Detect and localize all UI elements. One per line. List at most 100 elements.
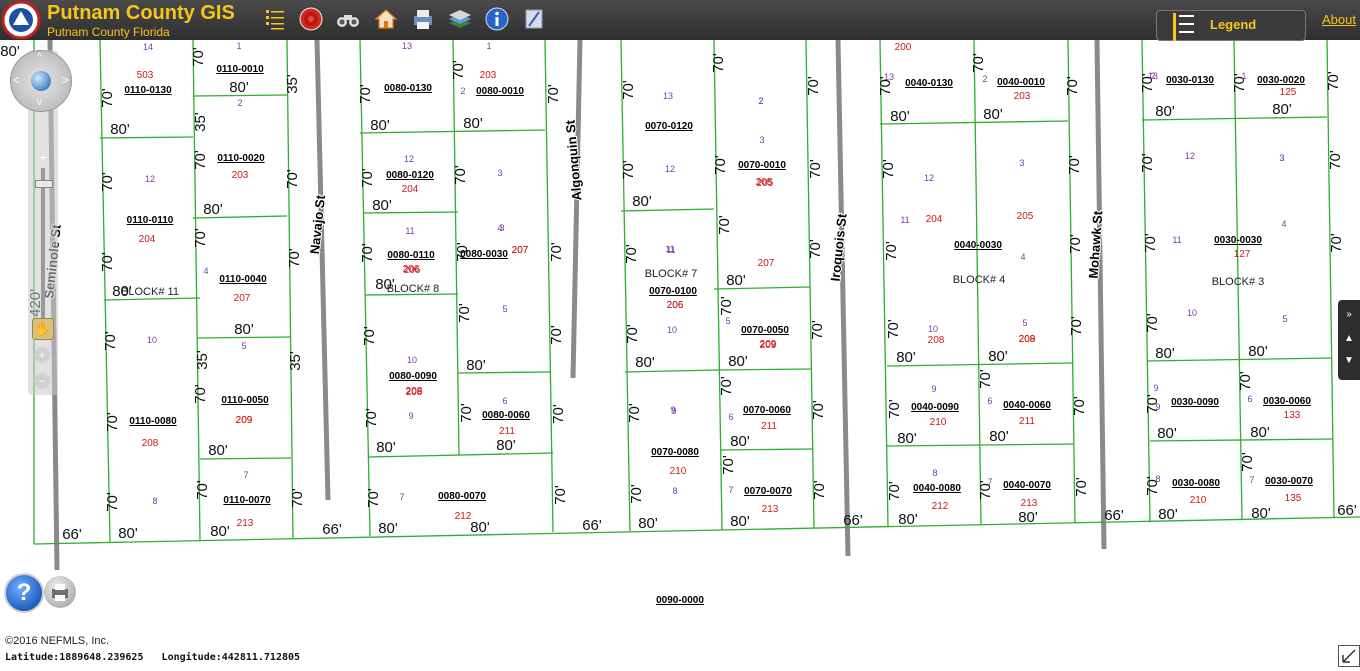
- scroll-up-icon[interactable]: ▲: [1342, 332, 1356, 346]
- info-icon[interactable]: [484, 6, 510, 32]
- legend-button[interactable]: Legend: [1156, 10, 1306, 41]
- lot-number-label: 2: [758, 96, 763, 106]
- address-label: 212: [932, 501, 949, 512]
- dimension-label: 70': [710, 53, 727, 73]
- lot-number-label: 3: [497, 168, 502, 178]
- dimension-label: 70': [807, 239, 824, 259]
- parcel-id-label: 0030-0030: [1214, 235, 1262, 246]
- home-icon[interactable]: [373, 6, 399, 32]
- map-canvas[interactable]: Seminole StNavajo StAlgonquin StIroquois…: [0, 40, 1360, 667]
- parcel-map[interactable]: Seminole StNavajo StAlgonquin StIroquois…: [0, 40, 1360, 667]
- dimension-label: 70': [810, 400, 827, 420]
- pan-right-icon[interactable]: >: [62, 73, 69, 87]
- expand-right-icon[interactable]: »: [1342, 308, 1356, 322]
- dimension-label: 70': [1325, 71, 1342, 91]
- lot-number-label: 9: [1155, 402, 1160, 412]
- scroll-down-icon[interactable]: ▼: [1342, 354, 1356, 368]
- dimension-label: 70': [1064, 76, 1081, 96]
- dimension-label: 80': [470, 519, 490, 536]
- dimension-label: 80': [730, 433, 750, 450]
- address-label: 204: [926, 214, 943, 225]
- dimension-label: 80': [989, 428, 1009, 445]
- dimension-label: 80': [210, 523, 230, 540]
- address-label: 205: [756, 177, 773, 188]
- coordinate-readout: Latitude:1889648.239625 Longitude:442811…: [5, 652, 300, 663]
- app-subtitle: Putnam County Florida: [47, 25, 170, 39]
- dimension-label: 70': [99, 252, 116, 272]
- dimension-label: 70': [194, 480, 211, 500]
- zoom-slider-track[interactable]: [41, 168, 45, 318]
- fullscreen-icon[interactable]: [1338, 645, 1360, 667]
- lot-number-label: 12: [665, 164, 675, 174]
- block-label: BLOCK# 7: [645, 268, 698, 280]
- parcel-line: [1326, 40, 1335, 519]
- zoom-in-button[interactable]: +: [36, 150, 50, 164]
- zoom-box-out-icon[interactable]: −: [34, 373, 50, 389]
- zoom-slider-thumb[interactable]: [35, 180, 53, 188]
- pan-up-icon[interactable]: ^: [37, 52, 42, 63]
- legend-label: Legend: [1210, 17, 1257, 32]
- dimension-label: 66': [1104, 507, 1124, 524]
- dimension-label: 66': [322, 521, 342, 538]
- parcel-id-label: 0110-0080: [129, 416, 177, 427]
- lot-number-label: 5: [241, 341, 246, 351]
- dimension-label: 70': [1067, 234, 1084, 254]
- parcel-id-label: 0040-0090: [911, 402, 959, 413]
- dimension-label: 80': [1272, 101, 1292, 118]
- lot-number-label: 6: [1247, 394, 1252, 404]
- globe-icon[interactable]: [31, 71, 51, 91]
- layers-list-icon[interactable]: [262, 6, 288, 32]
- lot-number-label: 9: [931, 384, 936, 394]
- dimension-label: 80': [1251, 505, 1271, 522]
- pan-control[interactable]: ^ v < >: [10, 50, 72, 112]
- parcel-id-label: 0080-0130: [384, 83, 432, 94]
- dimension-label: 70': [192, 228, 209, 248]
- target-icon[interactable]: [298, 6, 324, 32]
- dimension-label: 80': [1155, 103, 1175, 120]
- latitude-label: Latitude:: [5, 652, 60, 663]
- street-label: Algonquin St: [562, 119, 584, 202]
- help-button[interactable]: ?: [4, 573, 44, 613]
- lot-number-label: 8: [672, 486, 677, 496]
- dimension-label: 70': [99, 88, 116, 108]
- measure-icon[interactable]: [521, 6, 547, 32]
- dimension-label: 70': [805, 76, 822, 96]
- print-icon[interactable]: [410, 6, 436, 32]
- parcel-id-label: 0070-0100: [649, 286, 697, 297]
- dimension-label: 70': [970, 53, 987, 73]
- dimension-label: 80': [118, 525, 138, 542]
- dimension-label: 70': [104, 492, 121, 512]
- dimension-label: 70': [809, 320, 826, 340]
- lot-number-label: 5: [502, 304, 507, 314]
- dimension-label: 80': [638, 515, 658, 532]
- dimension-label: 70': [1068, 316, 1085, 336]
- address-label: 213: [762, 504, 779, 515]
- dimension-label: 70': [548, 242, 565, 262]
- dimension-label: 70': [365, 488, 382, 508]
- longitude-value: 442811.712805: [221, 652, 301, 663]
- dimension-label: 70': [1073, 477, 1090, 497]
- binoculars-icon[interactable]: [335, 6, 361, 32]
- address-label: 127: [1234, 249, 1251, 260]
- parcel-id-label: 0110-0110: [127, 215, 174, 226]
- pan-left-icon[interactable]: <: [13, 73, 20, 87]
- dimension-label: 70': [545, 84, 562, 104]
- parcel-id-label: 0110-0130: [124, 85, 172, 96]
- print-map-button[interactable]: [44, 576, 76, 608]
- pan-hand-icon[interactable]: ✋: [32, 318, 54, 340]
- dimension-label: 70': [886, 399, 903, 419]
- lot-number-label: 7: [243, 470, 248, 480]
- about-link[interactable]: About: [1322, 12, 1356, 27]
- lot-number-label: 4: [1020, 252, 1025, 262]
- road-mohawk: [1094, 40, 1107, 550]
- dimension-label: 70': [977, 369, 994, 389]
- zoom-box-in-icon[interactable]: +: [34, 347, 50, 363]
- address-label: 503: [137, 70, 154, 81]
- basemap-layers-icon[interactable]: [447, 6, 473, 32]
- parcel-id-label: 0030-0080: [1172, 478, 1220, 489]
- dimension-label: 70': [450, 60, 467, 80]
- pan-down-icon[interactable]: v: [37, 97, 42, 108]
- dimension-label: 66': [62, 526, 82, 543]
- address-label: 206: [403, 264, 420, 275]
- lot-number-label: 2: [982, 74, 987, 84]
